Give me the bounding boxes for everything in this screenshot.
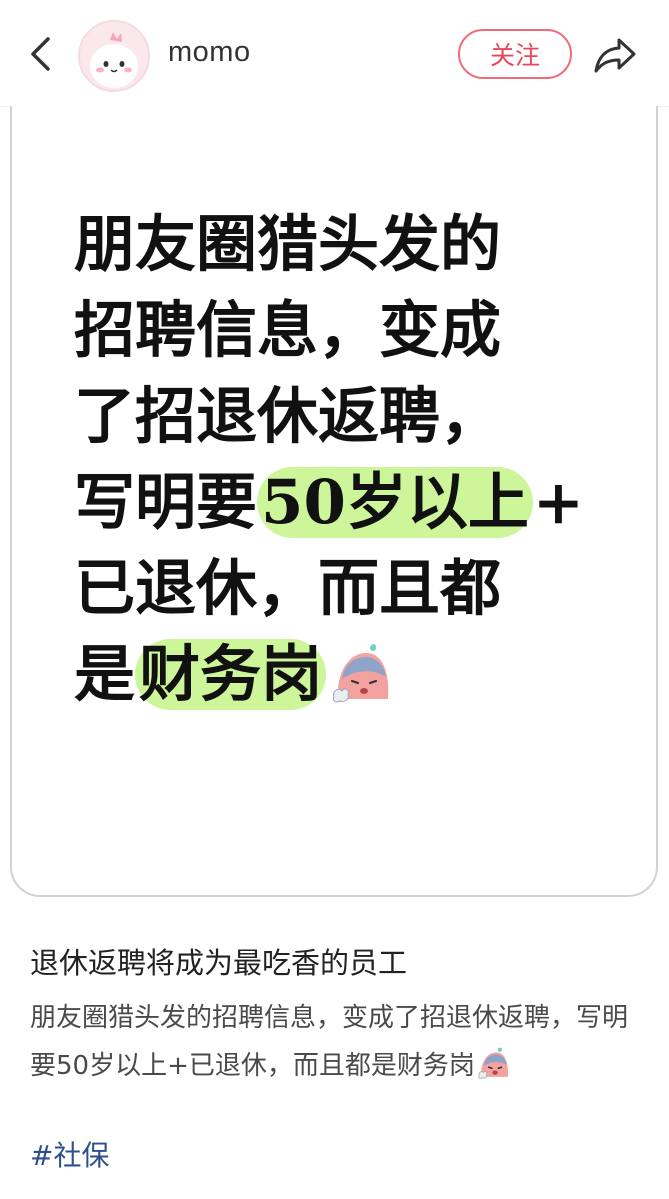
highlight-age: 50岁以上 [257,467,533,538]
image-text: 朋友圈猎头发的 招聘信息，变成 了招退休返聘， 写明要50岁以上+ 已退休，而且… [74,202,634,728]
highlight-finance: 财务岗 [135,639,327,710]
image-text-segment: 是 [74,639,136,710]
post-body: 朋友圈猎头发的招聘信息，变成了招退休返聘，写明要50岁以上+已退休，而且都是财务… [30,994,644,1096]
hashtag-link[interactable]: #社保 [30,1134,109,1174]
sad-sweating-emoji-icon [330,641,394,728]
post-image-card[interactable]: 朋友圈猎头发的 招聘信息，变成 了招退休返聘， 写明要50岁以上+ 已退休，而且… [10,106,658,897]
image-text-segment: + [532,467,585,538]
sad-sweating-emoji-icon [477,1046,511,1096]
image-text-line: 已退休，而且都 [74,553,502,624]
avatar[interactable] [78,20,150,92]
image-text-segment: 写明要 [74,467,258,538]
follow-button[interactable]: 关注 [458,29,572,79]
post-body-text: 朋友圈猎头发的招聘信息，变成了招退休返聘，写明要50岁以上+已退休，而且都是财务… [30,1003,629,1081]
share-arrow-icon [594,38,636,73]
back-button[interactable] [20,32,60,76]
image-text-line: 了招退休返聘， [74,381,502,452]
image-text-line: 招聘信息，变成 [74,295,502,366]
avatar-image [80,22,148,90]
image-text-line: 朋友圈猎头发的 [74,209,502,280]
post-title: 退休返聘将成为最吃香的员工 [30,946,408,980]
share-button[interactable] [592,34,638,76]
image-text-line: 是财务岗 [74,632,634,728]
chevron-left-icon [31,37,50,71]
username[interactable]: momo [168,36,251,69]
image-text-line: 写明要50岁以上+ [74,460,634,546]
post-header: momo 关注 [0,0,669,107]
